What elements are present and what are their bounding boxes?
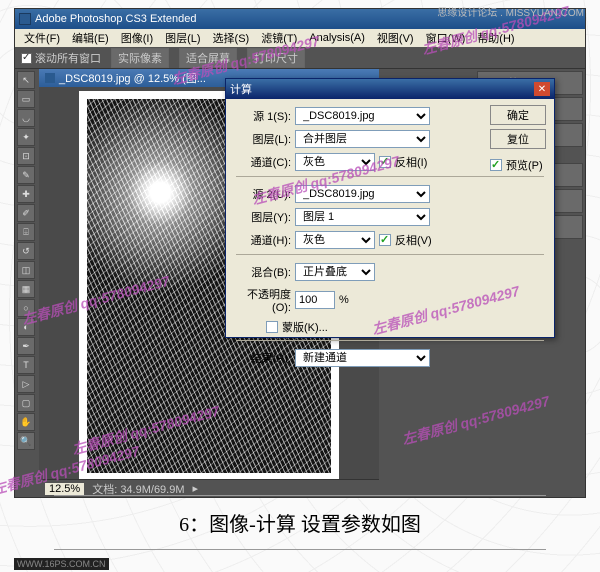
- eyedropper-tool[interactable]: ✎: [17, 166, 35, 184]
- eraser-tool[interactable]: ◫: [17, 261, 35, 279]
- chan1-select[interactable]: 灰色: [295, 153, 375, 171]
- menu-window[interactable]: 窗口(W): [421, 28, 471, 48]
- opt-fit[interactable]: 适合屏幕: [179, 48, 237, 68]
- close-icon[interactable]: ✕: [534, 82, 550, 96]
- menu-filter[interactable]: 滤镜(T): [256, 28, 302, 48]
- site-credit-bottom: WWW.16PS.COM.CN: [14, 558, 109, 570]
- dodge-tool[interactable]: ◐: [17, 318, 35, 336]
- calculations-dialog: 计算 ✕ 确定 复位 预览(P) 源 1(S):_DSC8019.jpg 图层(…: [225, 78, 555, 338]
- dialog-titlebar[interactable]: 计算 ✕: [226, 79, 554, 99]
- result-select[interactable]: 新建通道: [295, 349, 430, 367]
- lasso-tool[interactable]: ◡: [17, 109, 35, 127]
- mask-checkbox[interactable]: [266, 321, 278, 333]
- crop-tool[interactable]: ⊡: [17, 147, 35, 165]
- menu-layer[interactable]: 图层(L): [160, 28, 205, 48]
- type-tool[interactable]: T: [17, 356, 35, 374]
- ps-icon: [19, 13, 31, 25]
- opacity-label: 不透明度(O):: [236, 286, 291, 314]
- document-title: _DSC8019.jpg @ 12.5% (图...: [59, 70, 206, 86]
- brush-tool[interactable]: ✐: [17, 204, 35, 222]
- ok-button[interactable]: 确定: [490, 105, 546, 125]
- cancel-button[interactable]: 复位: [490, 129, 546, 149]
- site-credit: 思缘设计论坛 . MISSYUAN.COM: [437, 4, 584, 19]
- hand-tool[interactable]: ✋: [17, 413, 35, 431]
- preview-checkbox[interactable]: [490, 159, 502, 171]
- opt-print[interactable]: 打印尺寸: [247, 48, 305, 68]
- caption-text: 6：图像-计算 设置参数如图: [14, 502, 586, 543]
- preview-label: 预览(P): [506, 157, 543, 173]
- options-bar: 滚动所有窗口 实际像素 适合屏幕 打印尺寸: [15, 47, 585, 69]
- pct-label: %: [339, 294, 349, 306]
- menu-edit[interactable]: 编辑(E): [67, 28, 114, 48]
- app-title: Adobe Photoshop CS3 Extended: [35, 13, 196, 25]
- layer1-label: 图层(L):: [236, 131, 291, 147]
- stamp-tool[interactable]: ⌹: [17, 223, 35, 241]
- zoom-tool[interactable]: 🔍: [17, 432, 35, 450]
- invert1-checkbox[interactable]: [379, 156, 391, 168]
- doc-icon: [45, 73, 55, 83]
- layer2-label: 图层(Y):: [236, 209, 291, 225]
- menu-analysis[interactable]: Analysis(A): [304, 30, 370, 46]
- chan2-label: 通道(H):: [236, 232, 291, 248]
- opt-actual[interactable]: 实际像素: [111, 48, 169, 68]
- blend-select[interactable]: 正片叠底: [295, 263, 375, 281]
- src1-label: 源 1(S):: [236, 108, 291, 124]
- menu-help[interactable]: 帮助(H): [472, 28, 519, 48]
- opt-scroll-all: 滚动所有窗口: [35, 53, 101, 65]
- menu-file[interactable]: 文件(F): [19, 28, 65, 48]
- tutorial-caption: 6：图像-计算 设置参数如图: [14, 489, 586, 556]
- layer2-select[interactable]: 图层 1: [295, 208, 430, 226]
- result-label: 结果(R):: [236, 350, 291, 366]
- history-tool[interactable]: ↺: [17, 242, 35, 260]
- mask-label: 蒙版(K)...: [282, 319, 328, 335]
- menu-view[interactable]: 视图(V): [372, 28, 419, 48]
- src2-select[interactable]: _DSC8019.jpg: [295, 185, 430, 203]
- pen-tool[interactable]: ✒: [17, 337, 35, 355]
- menu-select[interactable]: 选择(S): [208, 28, 255, 48]
- invert2-label: 反相(V): [395, 232, 432, 248]
- wand-tool[interactable]: ✦: [17, 128, 35, 146]
- chan1-label: 通道(C):: [236, 154, 291, 170]
- path-tool[interactable]: ▷: [17, 375, 35, 393]
- chan2-select[interactable]: 灰色: [295, 231, 375, 249]
- menu-bar: 文件(F) 编辑(E) 图像(I) 图层(L) 选择(S) 滤镜(T) Anal…: [15, 29, 585, 47]
- blend-label: 混合(B):: [236, 264, 291, 280]
- src2-label: 源 2(U):: [236, 186, 291, 202]
- src1-select[interactable]: _DSC8019.jpg: [295, 107, 430, 125]
- marquee-tool[interactable]: ▭: [17, 90, 35, 108]
- scroll-all-checkbox[interactable]: [21, 53, 32, 64]
- move-tool[interactable]: ↖: [17, 71, 35, 89]
- layer1-select[interactable]: 合并图层: [295, 130, 430, 148]
- menu-image[interactable]: 图像(I): [116, 28, 158, 48]
- opacity-input[interactable]: [295, 291, 335, 309]
- shape-tool[interactable]: ▢: [17, 394, 35, 412]
- dialog-title: 计算: [230, 81, 252, 97]
- heal-tool[interactable]: ✚: [17, 185, 35, 203]
- blur-tool[interactable]: ○: [17, 299, 35, 317]
- toolbox: ↖ ▭ ◡ ✦ ⊡ ✎ ✚ ✐ ⌹ ↺ ◫ ▦ ○ ◐ ✒ T ▷ ▢ ✋ 🔍: [15, 69, 37, 489]
- invert2-checkbox[interactable]: [379, 234, 391, 246]
- gradient-tool[interactable]: ▦: [17, 280, 35, 298]
- invert1-label: 反相(I): [395, 154, 427, 170]
